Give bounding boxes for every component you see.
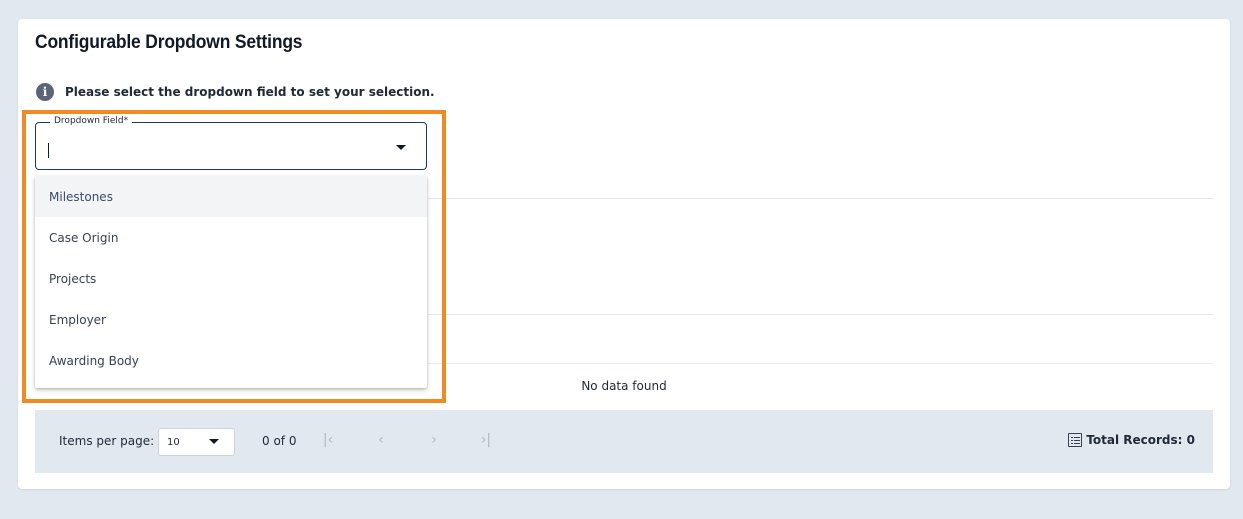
last-page-icon[interactable]: ›| [476, 432, 496, 448]
dropdown-field-input[interactable] [48, 141, 388, 159]
list-icon [1068, 433, 1083, 447]
items-per-page-value: 10 [167, 436, 180, 448]
page-title: Configurable Dropdown Settings [35, 32, 303, 53]
info-row: i Please select the dropdown field to se… [36, 83, 435, 101]
dropdown-option[interactable]: Milestones [35, 176, 427, 217]
caret-down-icon[interactable] [396, 145, 406, 150]
caret-down-icon [209, 439, 219, 444]
page-range-label: 0 of 0 [262, 434, 297, 448]
dropdown-option[interactable]: Case Origin [35, 217, 427, 258]
paginator: Items per page: 10 0 of 0 |‹ ‹ › ›| Tota… [35, 410, 1213, 473]
dropdown-options-panel: Milestones Case Origin Projects Employer… [35, 176, 427, 388]
dropdown-option[interactable]: Projects [35, 258, 427, 299]
total-records-label: Total Records: 0 [1086, 433, 1195, 447]
total-records: Total Records: 0 [1068, 433, 1195, 447]
info-text: Please select the dropdown field to set … [65, 85, 435, 99]
chevron-left-icon[interactable]: ‹ [371, 432, 391, 448]
items-per-page-label: Items per page: [59, 434, 155, 448]
chevron-right-icon[interactable]: › [424, 432, 444, 448]
dropdown-option[interactable]: Employer [35, 299, 427, 340]
info-icon: i [36, 83, 54, 101]
dropdown-option[interactable]: Awarding Body [35, 340, 427, 381]
dropdown-field[interactable]: Dropdown Field* [35, 116, 427, 170]
table-divider [428, 363, 1213, 364]
table-divider [428, 198, 1213, 199]
text-cursor [48, 143, 49, 158]
table-divider [428, 314, 1213, 315]
first-page-icon[interactable]: |‹ [318, 432, 338, 448]
items-per-page-select[interactable]: 10 [158, 428, 235, 456]
dropdown-field-label: Dropdown Field* [50, 116, 133, 126]
